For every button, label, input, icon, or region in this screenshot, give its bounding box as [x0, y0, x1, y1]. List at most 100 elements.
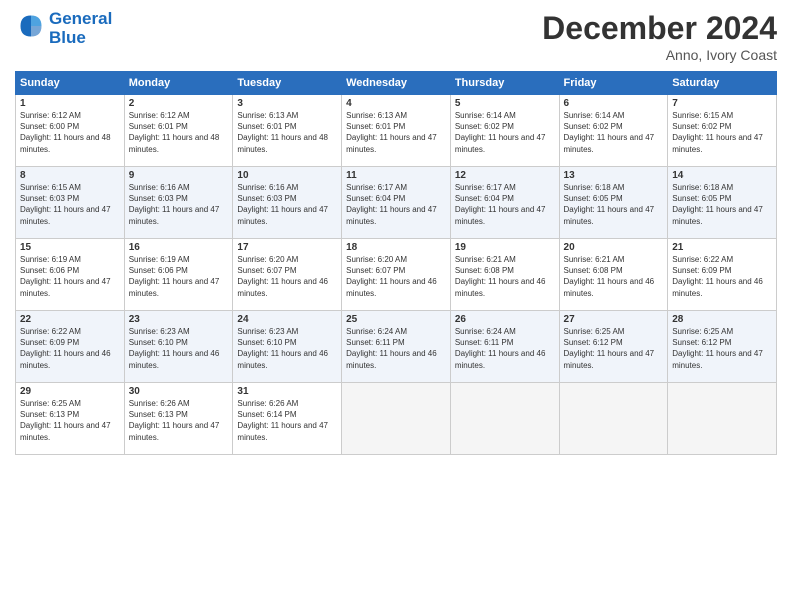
day-info: Sunrise: 6:23 AMSunset: 6:10 PMDaylight:…: [237, 326, 337, 371]
day-number: 6: [564, 98, 664, 109]
day-info: Sunrise: 6:26 AMSunset: 6:14 PMDaylight:…: [237, 398, 337, 443]
day-info: Sunrise: 6:17 AMSunset: 6:04 PMDaylight:…: [455, 182, 555, 227]
day-info: Sunrise: 6:20 AMSunset: 6:07 PMDaylight:…: [237, 254, 337, 299]
calendar-day-cell: 3Sunrise: 6:13 AMSunset: 6:01 PMDaylight…: [233, 95, 342, 167]
day-info: Sunrise: 6:14 AMSunset: 6:02 PMDaylight:…: [455, 110, 555, 155]
day-info: Sunrise: 6:25 AMSunset: 6:12 PMDaylight:…: [672, 326, 772, 371]
day-number: 28: [672, 314, 772, 325]
day-info: Sunrise: 6:24 AMSunset: 6:11 PMDaylight:…: [455, 326, 555, 371]
calendar-day-cell: 12Sunrise: 6:17 AMSunset: 6:04 PMDayligh…: [450, 167, 559, 239]
day-info: Sunrise: 6:12 AMSunset: 6:00 PMDaylight:…: [20, 110, 120, 155]
header-cell-monday: Monday: [124, 72, 233, 95]
day-number: 21: [672, 242, 772, 253]
day-number: 29: [20, 386, 120, 397]
calendar-day-cell: 11Sunrise: 6:17 AMSunset: 6:04 PMDayligh…: [342, 167, 451, 239]
day-info: Sunrise: 6:14 AMSunset: 6:02 PMDaylight:…: [564, 110, 664, 155]
day-number: 18: [346, 242, 446, 253]
calendar-week-row: 8Sunrise: 6:15 AMSunset: 6:03 PMDaylight…: [16, 167, 777, 239]
header-cell-friday: Friday: [559, 72, 668, 95]
calendar-day-cell: [342, 383, 451, 455]
calendar-week-row: 1Sunrise: 6:12 AMSunset: 6:00 PMDaylight…: [16, 95, 777, 167]
day-number: 15: [20, 242, 120, 253]
calendar-day-cell: [450, 383, 559, 455]
day-info: Sunrise: 6:25 AMSunset: 6:13 PMDaylight:…: [20, 398, 120, 443]
calendar-day-cell: 19Sunrise: 6:21 AMSunset: 6:08 PMDayligh…: [450, 239, 559, 311]
calendar-day-cell: 4Sunrise: 6:13 AMSunset: 6:01 PMDaylight…: [342, 95, 451, 167]
day-number: 7: [672, 98, 772, 109]
calendar-day-cell: 25Sunrise: 6:24 AMSunset: 6:11 PMDayligh…: [342, 311, 451, 383]
day-number: 13: [564, 170, 664, 181]
calendar-day-cell: 30Sunrise: 6:26 AMSunset: 6:13 PMDayligh…: [124, 383, 233, 455]
calendar-day-cell: 27Sunrise: 6:25 AMSunset: 6:12 PMDayligh…: [559, 311, 668, 383]
day-number: 8: [20, 170, 120, 181]
calendar-day-cell: 18Sunrise: 6:20 AMSunset: 6:07 PMDayligh…: [342, 239, 451, 311]
day-info: Sunrise: 6:13 AMSunset: 6:01 PMDaylight:…: [346, 110, 446, 155]
day-info: Sunrise: 6:24 AMSunset: 6:11 PMDaylight:…: [346, 326, 446, 371]
day-number: 26: [455, 314, 555, 325]
logo: General Blue: [15, 10, 112, 47]
day-info: Sunrise: 6:16 AMSunset: 6:03 PMDaylight:…: [237, 182, 337, 227]
title-block: December 2024 Anno, Ivory Coast: [542, 10, 777, 63]
day-info: Sunrise: 6:12 AMSunset: 6:01 PMDaylight:…: [129, 110, 229, 155]
calendar-day-cell: 1Sunrise: 6:12 AMSunset: 6:00 PMDaylight…: [16, 95, 125, 167]
day-info: Sunrise: 6:18 AMSunset: 6:05 PMDaylight:…: [672, 182, 772, 227]
calendar-day-cell: 15Sunrise: 6:19 AMSunset: 6:06 PMDayligh…: [16, 239, 125, 311]
header-cell-tuesday: Tuesday: [233, 72, 342, 95]
calendar-week-row: 22Sunrise: 6:22 AMSunset: 6:09 PMDayligh…: [16, 311, 777, 383]
calendar-day-cell: 9Sunrise: 6:16 AMSunset: 6:03 PMDaylight…: [124, 167, 233, 239]
day-number: 27: [564, 314, 664, 325]
calendar-day-cell: 26Sunrise: 6:24 AMSunset: 6:11 PMDayligh…: [450, 311, 559, 383]
day-number: 20: [564, 242, 664, 253]
day-number: 31: [237, 386, 337, 397]
day-info: Sunrise: 6:19 AMSunset: 6:06 PMDaylight:…: [20, 254, 120, 299]
calendar-day-cell: 13Sunrise: 6:18 AMSunset: 6:05 PMDayligh…: [559, 167, 668, 239]
day-number: 5: [455, 98, 555, 109]
calendar-header-row: SundayMondayTuesdayWednesdayThursdayFrid…: [16, 72, 777, 95]
calendar-day-cell: 23Sunrise: 6:23 AMSunset: 6:10 PMDayligh…: [124, 311, 233, 383]
logo-icon: [17, 12, 45, 40]
day-info: Sunrise: 6:20 AMSunset: 6:07 PMDaylight:…: [346, 254, 446, 299]
day-number: 10: [237, 170, 337, 181]
location: Anno, Ivory Coast: [542, 47, 777, 63]
day-number: 2: [129, 98, 229, 109]
day-info: Sunrise: 6:22 AMSunset: 6:09 PMDaylight:…: [672, 254, 772, 299]
day-number: 17: [237, 242, 337, 253]
day-info: Sunrise: 6:26 AMSunset: 6:13 PMDaylight:…: [129, 398, 229, 443]
day-info: Sunrise: 6:22 AMSunset: 6:09 PMDaylight:…: [20, 326, 120, 371]
day-number: 16: [129, 242, 229, 253]
logo-text-general: General: [49, 10, 112, 29]
calendar-week-row: 15Sunrise: 6:19 AMSunset: 6:06 PMDayligh…: [16, 239, 777, 311]
day-info: Sunrise: 6:19 AMSunset: 6:06 PMDaylight:…: [129, 254, 229, 299]
calendar-day-cell: 16Sunrise: 6:19 AMSunset: 6:06 PMDayligh…: [124, 239, 233, 311]
calendar-day-cell: 24Sunrise: 6:23 AMSunset: 6:10 PMDayligh…: [233, 311, 342, 383]
calendar-day-cell: 20Sunrise: 6:21 AMSunset: 6:08 PMDayligh…: [559, 239, 668, 311]
day-info: Sunrise: 6:15 AMSunset: 6:02 PMDaylight:…: [672, 110, 772, 155]
calendar-day-cell: 10Sunrise: 6:16 AMSunset: 6:03 PMDayligh…: [233, 167, 342, 239]
day-number: 4: [346, 98, 446, 109]
day-number: 30: [129, 386, 229, 397]
header: General Blue December 2024 Anno, Ivory C…: [15, 10, 777, 63]
calendar-day-cell: 5Sunrise: 6:14 AMSunset: 6:02 PMDaylight…: [450, 95, 559, 167]
header-cell-saturday: Saturday: [668, 72, 777, 95]
day-info: Sunrise: 6:18 AMSunset: 6:05 PMDaylight:…: [564, 182, 664, 227]
calendar-day-cell: 2Sunrise: 6:12 AMSunset: 6:01 PMDaylight…: [124, 95, 233, 167]
header-cell-wednesday: Wednesday: [342, 72, 451, 95]
day-info: Sunrise: 6:25 AMSunset: 6:12 PMDaylight:…: [564, 326, 664, 371]
day-number: 12: [455, 170, 555, 181]
day-number: 23: [129, 314, 229, 325]
day-number: 1: [20, 98, 120, 109]
day-number: 3: [237, 98, 337, 109]
day-info: Sunrise: 6:23 AMSunset: 6:10 PMDaylight:…: [129, 326, 229, 371]
header-cell-sunday: Sunday: [16, 72, 125, 95]
day-info: Sunrise: 6:21 AMSunset: 6:08 PMDaylight:…: [455, 254, 555, 299]
calendar-day-cell: [668, 383, 777, 455]
day-number: 24: [237, 314, 337, 325]
day-number: 25: [346, 314, 446, 325]
calendar-day-cell: 21Sunrise: 6:22 AMSunset: 6:09 PMDayligh…: [668, 239, 777, 311]
day-number: 14: [672, 170, 772, 181]
day-number: 11: [346, 170, 446, 181]
day-info: Sunrise: 6:17 AMSunset: 6:04 PMDaylight:…: [346, 182, 446, 227]
day-info: Sunrise: 6:13 AMSunset: 6:01 PMDaylight:…: [237, 110, 337, 155]
calendar-day-cell: 28Sunrise: 6:25 AMSunset: 6:12 PMDayligh…: [668, 311, 777, 383]
page: General Blue December 2024 Anno, Ivory C…: [0, 0, 792, 612]
